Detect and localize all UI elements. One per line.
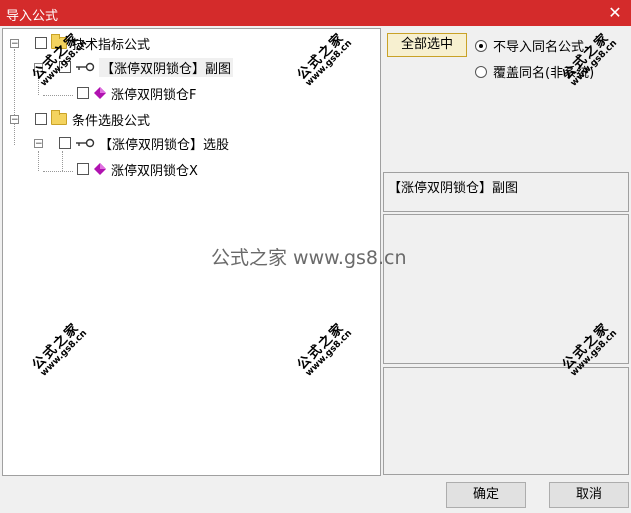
radio-skip-duplicates[interactable]: 不导入同名公式 [475,36,584,55]
key-icon [76,138,95,148]
tree-item-label: 【涨停双阴锁仓】副图 [99,57,234,77]
collapse-toggle[interactable]: − [10,38,19,48]
tree-item-label: 【涨停双阴锁仓】选股 [99,137,230,153]
checkbox[interactable] [77,87,89,99]
formula-gem-icon [94,163,106,175]
tree-leaf-formula-f[interactable]: 涨停双阴锁仓F [73,83,196,103]
tree-item-screener[interactable]: − 【涨停双阴锁仓】选股 [34,133,229,153]
window-title: 导入公式 [6,9,59,24]
cancel-button[interactable]: 取消 [549,482,629,508]
checkbox[interactable] [77,163,89,175]
preview-box [383,367,629,475]
select-all-button[interactable]: 全部选中 [387,33,467,57]
tree-leaf-label: 涨停双阴锁仓F [111,87,197,103]
radio-button[interactable] [475,39,487,52]
key-icon [76,62,95,72]
radio-button[interactable] [475,65,487,78]
collapse-toggle[interactable]: − [10,114,19,124]
formula-name-text: 【涨停双阴锁仓】副图 [388,181,519,196]
tree-leaf-formula-x[interactable]: 涨停双阴锁仓X [73,159,198,179]
tree-folder-screeners[interactable]: − 条件选股公式 [10,109,150,129]
folder-icon [51,110,67,125]
tree-folder-label: 条件选股公式 [72,113,151,129]
tree-leaf-label: 涨停双阴锁仓X [111,163,198,179]
title-bar: 导入公式 ✕ [0,0,631,26]
radio-label: 不导入同名公式 [493,40,585,55]
formula-name-display: 【涨停双阴锁仓】副图 [383,172,629,212]
checkbox[interactable] [35,37,47,49]
checkbox[interactable] [35,113,47,125]
center-watermark: 公式之家 www.gs8.cn [211,247,407,269]
close-icon[interactable]: ✕ [605,3,625,23]
checkbox[interactable] [59,137,71,149]
collapse-toggle[interactable]: − [34,138,43,148]
formula-gem-icon [94,87,106,99]
ok-button[interactable]: 确定 [446,482,526,508]
